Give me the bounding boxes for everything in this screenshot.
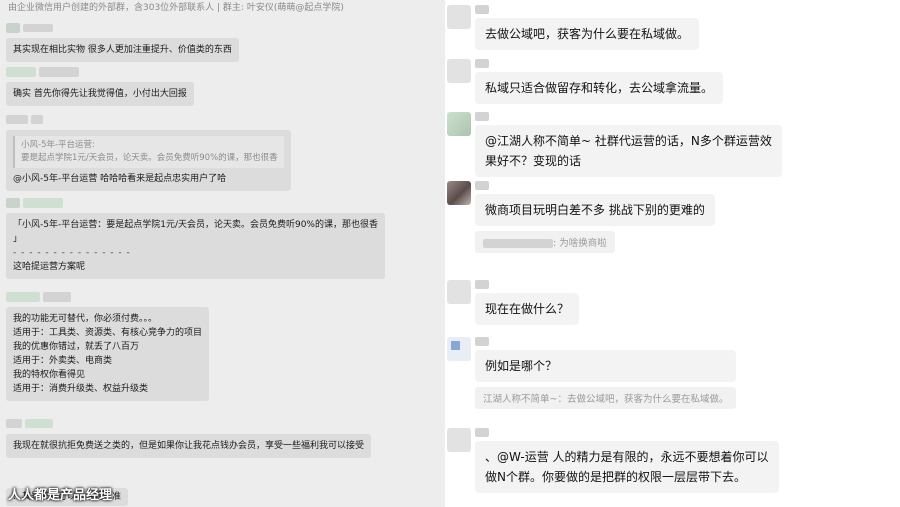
blurred-avatar[interactable] <box>447 280 471 304</box>
left-message: 确实 首先你得先让我觉得值，小付出大回报 <box>6 67 194 106</box>
message-bubble: 我的功能无可替代，你必须付费。。。 适用于：工具类、资源类、有核心竞争力的项目 … <box>6 307 210 401</box>
message-text: 微商项目玩明白差不多 挑战下别的更难的 <box>485 203 705 217</box>
right-message: 私域只适合做留存和转化，去公域拿流量。 <box>447 59 724 104</box>
quote-author: 小风-5年-平台运营: <box>21 140 95 150</box>
left-message: 小风-5年-平台运营: 要是起点学院1元/天会员，论天卖。会员免费听90%的课，… <box>6 115 291 191</box>
message-bubble: @江湖人称不简单~ 社群代运营的话，N多个群运营效 果好不？变现的话 <box>475 125 782 177</box>
photo-avatar[interactable] <box>447 181 471 205</box>
sender-name-blurred <box>6 115 291 126</box>
sender-name-blurred <box>6 419 371 430</box>
message-bubble: 、@W-运营 人的精力是有限的，永远不要想着你可以 做N个群。你要做的是把群的权… <box>475 441 779 493</box>
message-bubble: 确实 首先你得先让我觉得值，小付出大回报 <box>6 82 194 106</box>
blue-avatar[interactable] <box>447 337 471 361</box>
watermark-logo: 人人都是产品经理 <box>8 488 113 503</box>
sender-name-blurred <box>6 198 385 209</box>
message-text: @江湖人称不简单~ 社群代运营的话，N多个群运营效 <box>485 134 772 148</box>
message-text: 做N个群。你要做的是把群的权限一层层带下去。 <box>485 470 746 484</box>
message-text: 我的功能无可替代，你必须付费。。。 <box>13 314 158 324</box>
message-bubble: 私域只适合做留存和转化，去公域拿流量。 <box>475 72 724 104</box>
message-text: 」 <box>13 234 23 244</box>
quoted-message: 小风-5年-平台运营: 要是起点学院1元/天会员，论天卖。会员免费听90%的课，… <box>13 136 284 168</box>
message-text: 「小风-5年-平台运营：要是起点学院1元/天会员，论天卖。会员免费听90%的课，… <box>13 220 378 230</box>
left-message: 「小风-5年-平台运营：要是起点学院1元/天会员，论天卖。会员免费听90%的课，… <box>6 198 385 279</box>
sender-name-blurred <box>475 59 723 69</box>
sender-name-blurred <box>475 5 699 15</box>
blurred-avatar[interactable] <box>447 59 471 83</box>
right-message: 、@W-运营 人的精力是有限的，永远不要想着你可以 做N个群。你要做的是把群的权… <box>447 428 779 493</box>
right-message: @江湖人称不简单~ 社群代运营的话，N多个群运营效 果好不？变现的话 <box>447 112 782 177</box>
message-text: 、@W-运营 人的精力是有限的，永远不要想着你可以 <box>485 450 769 464</box>
quote-text: : 为啥换商啦 <box>553 238 607 249</box>
sender-name-blurred <box>475 337 736 347</box>
message-text: 私域只适合做留存和转化，去公域拿流量。 <box>485 81 714 95</box>
right-message: 去做公域吧，获客为什么要在私域做。 <box>447 5 700 50</box>
message-bubble: 小风-5年-平台运营: 要是起点学院1元/天会员，论天卖。会员免费听90%的课，… <box>6 130 291 191</box>
blurred-avatar[interactable] <box>447 428 471 452</box>
left-message: 其实现在相比实物 很多人更加注重提升、价值类的东西 <box>6 23 239 62</box>
left-chat-pane: 由企业微信用户创建的外部群，含303位外部联系人 | 群主: 叶安仪(萌萌@起点… <box>0 0 445 507</box>
sender-name-blurred <box>6 23 239 34</box>
message-bubble: 现在在做什么？ <box>475 293 580 325</box>
quote-text: 要是起点学院1元/天会员，论天卖。会员免费听90%的课，那也很香 <box>21 153 278 163</box>
left-message: 我的功能无可替代，你必须付费。。。 适用于：工具类、资源类、有核心竞争力的项目 … <box>6 292 210 401</box>
quoted-reply: 江湖人称不简单~：去做公域吧，获客为什么要在私域做。 <box>475 387 737 409</box>
message-text: 适用于：外卖类、电商类 <box>13 356 113 366</box>
separator-line: - - - - - - - - - - - - - - - <box>13 248 131 258</box>
message-bubble: 微商项目玩明白差不多 挑战下别的更难的 <box>475 194 715 226</box>
message-bubble: 例如是哪个？ <box>475 350 737 382</box>
message-bubble: 去做公域吧，获客为什么要在私域做。 <box>475 18 700 50</box>
message-bubble: 其实现在相比实物 很多人更加注重提升、价值类的东西 <box>6 38 239 62</box>
right-chat-pane: 去做公域吧，获客为什么要在私域做。 私域只适合做留存和转化，去公域拿流量。 @江… <box>445 0 900 507</box>
green-avatar[interactable] <box>447 112 471 136</box>
sender-name-blurred <box>475 181 715 191</box>
right-message: 现在在做什么？ <box>447 280 580 325</box>
message-text: 这哈提运营方案呢 <box>13 262 86 272</box>
quoted-reply: : 为啥换商啦 <box>475 231 615 253</box>
blurred-avatar[interactable] <box>447 5 471 29</box>
message-text: 例如是哪个？ <box>485 359 558 373</box>
message-text: 适用于：消费升级类、权益升级类 <box>13 384 149 394</box>
message-text: 确实 首先你得先让我觉得值，小付出大回报 <box>13 89 187 99</box>
right-message: 例如是哪个？ 江湖人称不简单~：去做公域吧，获客为什么要在私域做。 <box>447 337 737 409</box>
right-message: 微商项目玩明白差不多 挑战下别的更难的 : 为啥换商啦 <box>447 181 715 253</box>
message-text: 果好不？变现的话 <box>485 154 582 168</box>
left-message: 我现在就很抗拒免费送之类的，但是如果你让我花点钱办会员，享受一些福利我可以接受 <box>6 419 372 458</box>
message-text: 现在在做什么？ <box>485 302 570 316</box>
message-text: @小风-5年-平台运营 哈哈哈看来是起点忠实用户了哈 <box>13 174 227 184</box>
sender-name-blurred <box>6 292 209 303</box>
message-text: 我现在就很抗拒免费送之类的，但是如果你让我花点钱办会员，享受一些福利我可以接受 <box>13 441 365 451</box>
message-text: 适用于：工具类、资源类、有核心竞争力的项目 <box>13 328 203 338</box>
sender-name-blurred <box>475 428 779 438</box>
sender-name-blurred <box>6 67 194 78</box>
message-text: 其实现在相比实物 很多人更加注重提升、价值类的东西 <box>13 45 232 55</box>
group-info-header: 由企业微信用户创建的外部群，含303位外部联系人 | 群主: 叶安仪(萌萌@起点… <box>8 3 344 13</box>
message-text: 我的优惠你错过，就丢了八百万 <box>13 342 140 352</box>
sender-name-blurred <box>475 112 782 122</box>
message-bubble: 我现在就很抗拒免费送之类的，但是如果你让我花点钱办会员，享受一些福利我可以接受 <box>6 434 372 458</box>
message-text: 我的特权你看得见 <box>13 370 86 380</box>
message-text: 去做公域吧，获客为什么要在私域做。 <box>485 27 690 41</box>
message-bubble: 「小风-5年-平台运营：要是起点学院1元/天会员，论天卖。会员免费听90%的课，… <box>6 213 385 279</box>
sender-name-blurred <box>475 280 579 290</box>
